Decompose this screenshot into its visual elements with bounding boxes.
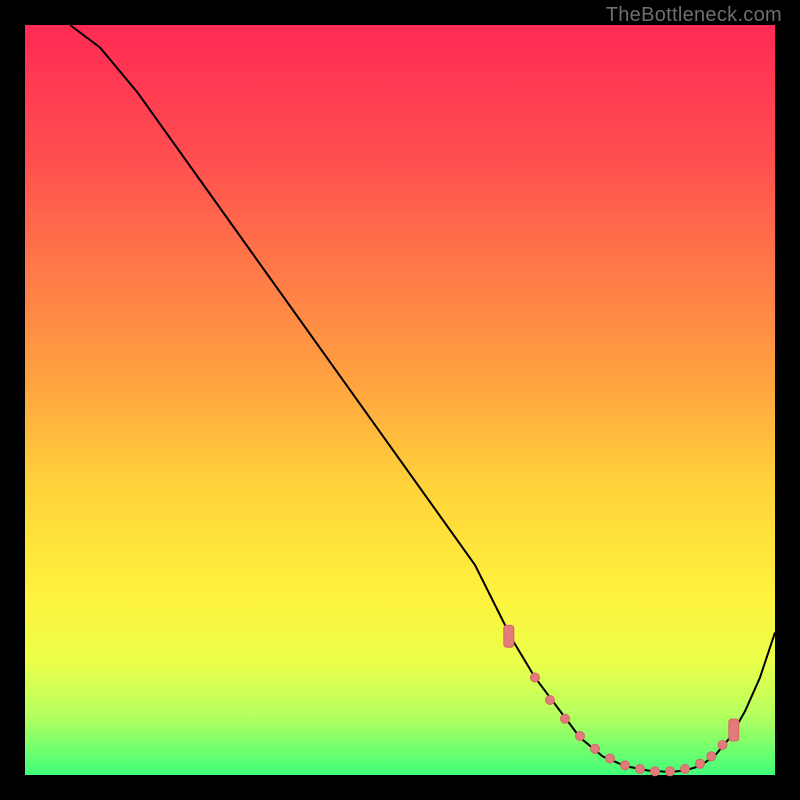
marker-dot: [696, 759, 705, 768]
marker-dot: [636, 765, 645, 774]
attribution-label: TheBottleneck.com: [606, 4, 782, 27]
plot-overlay: [25, 25, 775, 775]
highlight-band: [504, 625, 739, 776]
marker-dot: [707, 752, 716, 761]
chart-stage: TheBottleneck.com: [0, 0, 800, 800]
plot-area: [25, 25, 775, 775]
marker-dot: [531, 673, 540, 682]
marker-dot: [621, 761, 630, 770]
marker-dot: [561, 714, 570, 723]
marker-dot: [576, 732, 585, 741]
marker-dot: [718, 741, 727, 750]
marker-dot: [681, 765, 690, 774]
marker-cap: [729, 719, 739, 741]
marker-dot: [546, 696, 555, 705]
marker-cap: [504, 625, 514, 647]
bottleneck-curve: [70, 25, 775, 772]
marker-dot: [606, 754, 615, 763]
marker-dot: [591, 744, 600, 753]
marker-dot: [651, 767, 660, 776]
marker-dot: [666, 767, 675, 776]
